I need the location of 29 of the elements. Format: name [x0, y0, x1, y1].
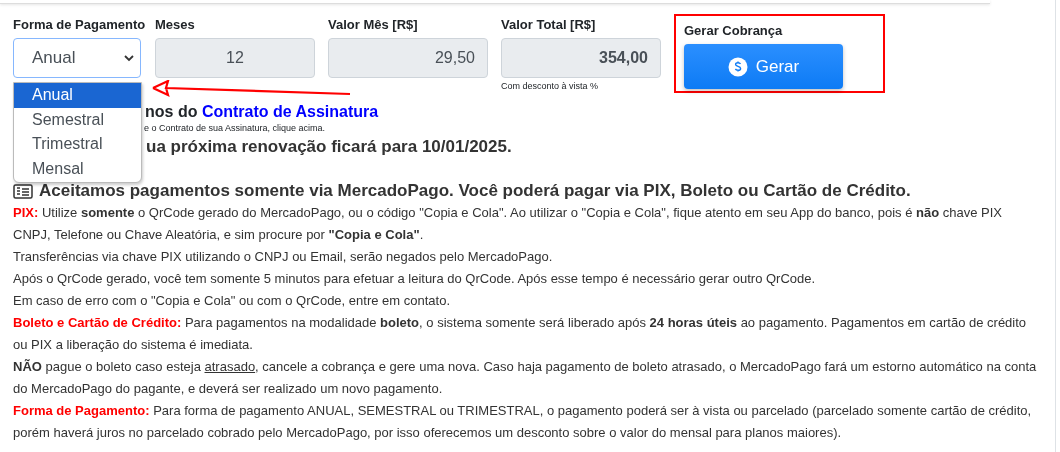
- dropdown-option[interactable]: Anual: [14, 83, 141, 108]
- dropdown-option[interactable]: Semestral: [14, 107, 141, 132]
- paragraph: NÃO pague o boleto caso esteja atrasado, cancele a cobrança e gere uma nova. Caso haja pagamento de boleto atrasado, o MercadoPago fará um estorno automático na conta do MercadoPago do pagante, e deverá ser realizado um novo pagamento.: [13, 358, 1038, 398]
- contract-note: e o Contrato de sua Assinatura, clique acima.: [144, 123, 327, 133]
- dropdown-option[interactable]: Mensal: [14, 156, 141, 181]
- readonly-field[interactable]: 29,50: [328, 38, 488, 78]
- card-icon: [13, 183, 33, 199]
- paragraph: Transferências via chave PIX utilizando o CNPJ ou Email, serão negados pelo MercadoPago.: [13, 248, 554, 266]
- field-label: Gerar Cobrança: [684, 23, 784, 39]
- generate-button[interactable]: Gerar: [684, 44, 843, 89]
- readonly-field[interactable]: 354,00: [501, 38, 661, 78]
- field-label: Valor Total [R$]: [501, 17, 597, 33]
- paragraph: Em caso de erro com o "Copia e Cola" ou com o QrCode, entre em contato.: [13, 292, 451, 310]
- paragraph: Boleto e Cartão de Crédito: Para pagamentos na modalidade boleto, o sistema somente será liberado após 24 horas úteis ao pagamento. Pagamentos em cartão de crédito ou PIX a liberação do sistema é imediata.: [13, 314, 1028, 354]
- contract-link[interactable]: Contrato de Assinatura: [201, 103, 379, 120]
- chevron-icon: [124, 54, 134, 62]
- notice-heading: Aceitamos pagamentos somente via MercadoPago. Você poderá pagar via PIX, Boleto ou Cartão de Crédito.: [39, 181, 911, 201]
- dollar-icon: [727, 56, 748, 77]
- contract-text: nos do Contrato de Assinatura: [145, 103, 380, 121]
- dropdown-option[interactable]: Trimestral: [14, 132, 141, 157]
- paragraph: Forma de Pagamento: Para forma de pagamento ANUAL, SEMESTRAL ou TRIMESTRAL, o pagamento poderá ser à vista ou parcelado (parcelado somente cartão de crédito, porém haverá juros no parcelado cobrado pelo MercadoPago, por isso oferecemos um desconto sobre o valor do mensal para planos maiores).: [13, 402, 1033, 442]
- renewal-text: ua próxima renovação ficará para 10/01/2025.: [146, 137, 513, 157]
- field-label: Valor Mês [R$]: [328, 17, 419, 33]
- field-hint: Com desconto à vista %: [501, 81, 600, 91]
- paragraph: PIX: Utilize somente o QrCode gerado do MercadoPago, ou o código "Copia e Cola". Ao utilizar o "Copia e Cola", fique atento em seu App do banco, pois é não chave PIX CNPJ, Telefone ou Chave Aleatória, e sim procure por "Copia e Cola".: [13, 204, 1004, 244]
- readonly-field[interactable]: 12: [155, 38, 315, 78]
- field-label: Meses: [155, 17, 196, 33]
- paragraph: Após o QrCode gerado, você tem somente 5 minutos para efetuar a leitura do QrCode. Após esse tempo é necessário gerar outro QrCode.: [13, 270, 817, 288]
- payment-select[interactable]: Anual: [13, 38, 141, 78]
